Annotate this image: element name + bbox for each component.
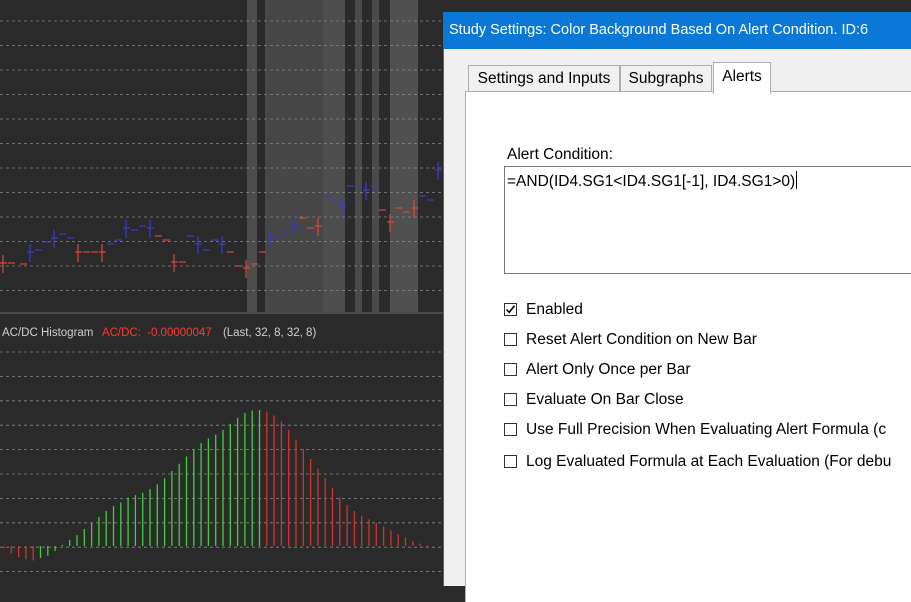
histogram-params: (Last, 32, 8, 32, 8) xyxy=(223,327,317,339)
reset-alert-label: Reset Alert Condition on New Bar xyxy=(526,331,757,348)
full-precision-checkbox[interactable] xyxy=(504,423,517,436)
acdc-label: AC/DC: xyxy=(102,327,141,339)
price-chart[interactable]: AC/DC Histogram AC/DC: -0.00000047 (Last… xyxy=(0,0,445,586)
enabled-label: Enabled xyxy=(526,301,583,318)
histogram-label: AC/DC Histogram AC/DC: -0.00000047 (Last… xyxy=(2,327,316,339)
alert-condition-field[interactable]: =AND(ID4.SG1<ID4.SG1[-1], ID4.SG1>0) xyxy=(504,166,911,274)
full-precision-label: Use Full Precision When Evaluating Alert… xyxy=(526,421,887,438)
alert-background-highlights xyxy=(247,0,418,312)
text-caret xyxy=(796,171,798,189)
alert-once-checkbox[interactable] xyxy=(504,363,517,376)
tab-alerts[interactable]: Alerts xyxy=(713,62,771,94)
tab-settings-and-inputs[interactable]: Settings and Inputs xyxy=(468,65,620,92)
log-formula-checkbox[interactable] xyxy=(504,455,517,468)
alerts-panel: Alert Condition: =AND(ID4.SG1<ID4.SG1[-1… xyxy=(465,91,911,602)
reset-alert-checkbox[interactable] xyxy=(504,333,517,346)
alert-condition-value: =AND(ID4.SG1<ID4.SG1[-1], ID4.SG1>0) xyxy=(507,173,796,190)
alert-once-label: Alert Only Once per Bar xyxy=(526,361,691,378)
evaluate-bar-close-label: Evaluate On Bar Close xyxy=(526,391,684,408)
alert-condition-label: Alert Condition: xyxy=(507,146,613,163)
enabled-checkbox[interactable] xyxy=(504,303,517,316)
tab-subgraphs[interactable]: Subgraphs xyxy=(620,65,712,92)
acdc-value: -0.00000047 xyxy=(147,327,212,339)
log-formula-label: Log Evaluated Formula at Each Evaluation… xyxy=(526,453,892,470)
evaluate-bar-close-checkbox[interactable] xyxy=(504,393,517,406)
dialog-title[interactable]: Study Settings: Color Background Based O… xyxy=(444,12,911,49)
study-settings-dialog: Study Settings: Color Background Based O… xyxy=(443,12,911,602)
